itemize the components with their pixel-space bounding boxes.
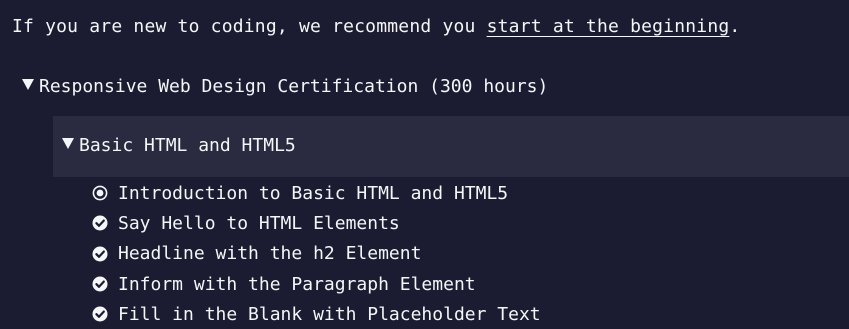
check-circle-icon: [92, 246, 108, 262]
lesson-item[interactable]: Inform with the Paragraph Element: [92, 269, 541, 299]
check-circle-icon: [92, 215, 108, 231]
check-circle-icon: [92, 276, 108, 292]
certification-title: Responsive Web Design Certification (300…: [39, 76, 549, 97]
lesson-title: Introduction to Basic HTML and HTML5: [118, 182, 509, 204]
lesson-item[interactable]: Headline with the h2 Element: [92, 239, 541, 269]
start-at-beginning-link[interactable]: start at the beginning: [487, 16, 730, 37]
block-toggle[interactable]: Basic HTML and HTML5: [62, 135, 296, 156]
intro-text: If you are new to coding, we recommend y…: [12, 16, 740, 37]
intro-prefix: If you are new to coding, we recommend y…: [12, 16, 487, 37]
lesson-title: Say Hello to HTML Elements: [118, 212, 400, 234]
caret-down-icon: [62, 138, 74, 149]
block-title: Basic HTML and HTML5: [79, 135, 296, 156]
lesson-title: Fill in the Blank with Placeholder Text: [118, 303, 541, 325]
check-circle-icon: [92, 306, 108, 322]
caret-down-icon: [22, 79, 34, 90]
intro-suffix: .: [729, 16, 741, 37]
certification-toggle[interactable]: Responsive Web Design Certification (300…: [22, 76, 548, 97]
lesson-list: Introduction to Basic HTML and HTML5 Say…: [92, 178, 541, 329]
lesson-item[interactable]: Fill in the Blank with Placeholder Text: [92, 299, 541, 329]
radio-current-icon: [92, 185, 108, 201]
lesson-item[interactable]: Say Hello to HTML Elements: [92, 208, 541, 238]
lesson-title: Headline with the h2 Element: [118, 243, 422, 265]
lesson-title: Inform with the Paragraph Element: [118, 273, 476, 295]
lesson-item[interactable]: Introduction to Basic HTML and HTML5: [92, 178, 541, 208]
